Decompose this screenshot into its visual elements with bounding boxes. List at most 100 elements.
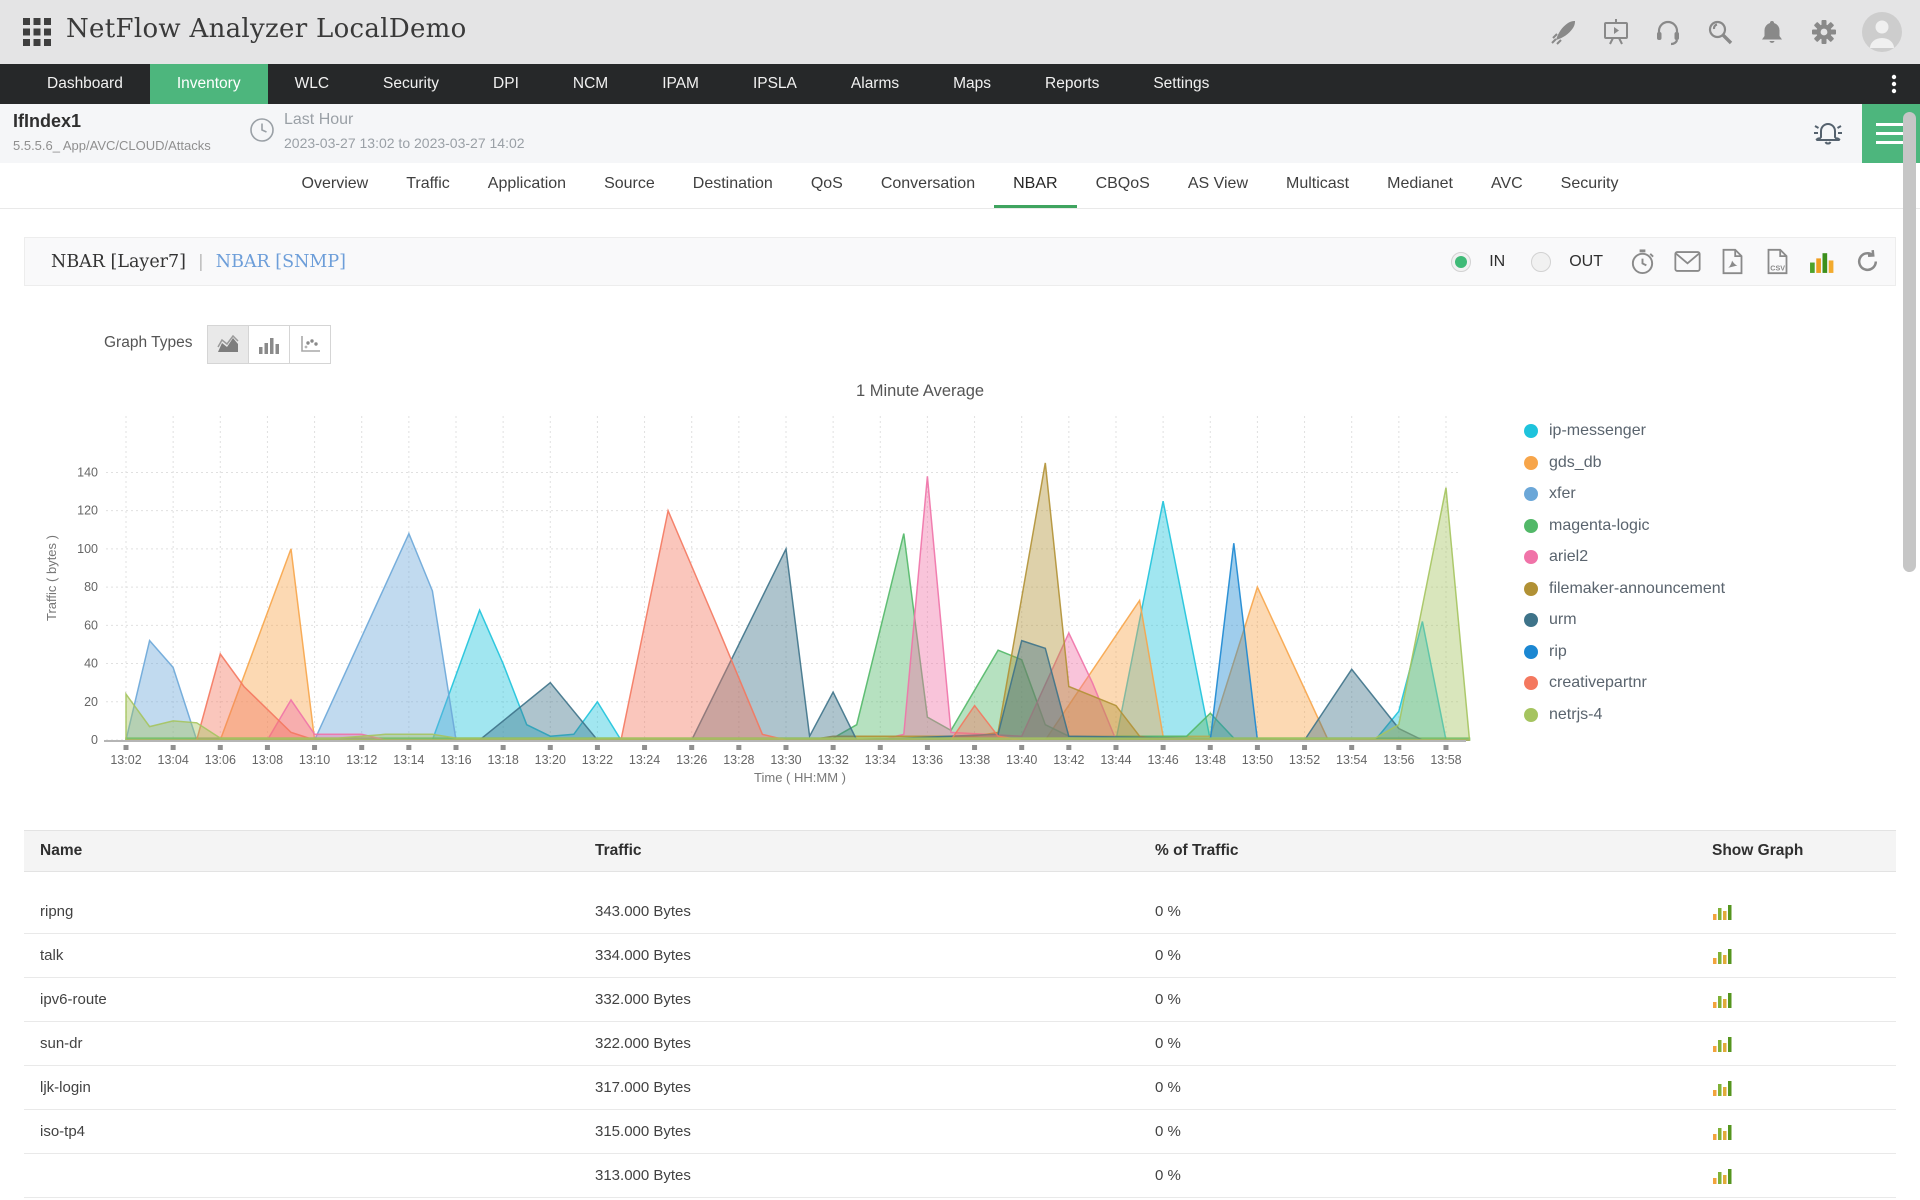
tab-multicast[interactable]: Multicast: [1267, 163, 1368, 208]
show-graph-button[interactable]: [1712, 991, 1896, 1009]
scrollbar-thumb[interactable]: [1903, 112, 1916, 572]
tab-security[interactable]: Security: [1542, 163, 1638, 208]
show-graph-button[interactable]: [1712, 1035, 1896, 1053]
svg-text:13:22: 13:22: [582, 753, 613, 767]
row-name: sun-dr: [40, 1035, 595, 1052]
legend-item-rip[interactable]: rip: [1524, 641, 1725, 663]
tab-as-view[interactable]: AS View: [1169, 163, 1267, 208]
show-graph-button[interactable]: [1712, 1167, 1896, 1185]
legend-item-creativepartnr[interactable]: creativepartnr: [1524, 672, 1725, 694]
legend-item-ariel2[interactable]: ariel2: [1524, 546, 1725, 568]
csv-icon[interactable]: CSV: [1764, 248, 1791, 275]
row-name: talk: [40, 947, 595, 964]
gear-icon[interactable]: [1810, 18, 1838, 46]
apps-grid-icon[interactable]: [22, 17, 52, 47]
alert-bell-icon[interactable]: [1810, 116, 1846, 152]
svg-text:13:28: 13:28: [723, 753, 754, 767]
nav-item-wlc[interactable]: WLC: [268, 64, 356, 104]
row-name: ljk-login: [40, 1079, 595, 1096]
legend-item-netrjs-4[interactable]: netrjs-4: [1524, 704, 1725, 726]
row-traffic: 315.000 Bytes: [595, 1123, 1155, 1140]
row-traffic: 317.000 Bytes: [595, 1079, 1155, 1096]
legend-item-gds_db[interactable]: gds_db: [1524, 452, 1725, 474]
in-radio[interactable]: [1451, 252, 1471, 272]
table-row: ipv6-route332.000 Bytes0 %: [24, 978, 1896, 1022]
nav-item-reports[interactable]: Reports: [1018, 64, 1126, 104]
graph-type-area-button[interactable]: [207, 325, 249, 364]
period-label[interactable]: Last Hour: [284, 111, 353, 129]
nav-item-maps[interactable]: Maps: [926, 64, 1018, 104]
show-graph-button[interactable]: [1712, 947, 1896, 965]
graph-type-bar-button[interactable]: [248, 325, 290, 364]
headset-icon[interactable]: [1654, 18, 1682, 46]
tab-nbar[interactable]: NBAR: [994, 163, 1076, 208]
legend-item-magenta-logic[interactable]: magenta-logic: [1524, 515, 1725, 537]
nav-item-dashboard[interactable]: Dashboard: [20, 64, 150, 104]
table-row: 313.000 Bytes0 %: [24, 1154, 1896, 1198]
legend-label: gds_db: [1549, 454, 1602, 472]
nav-item-inventory[interactable]: Inventory: [150, 64, 268, 104]
legend-dot: [1524, 613, 1538, 627]
nav-item-ipsla[interactable]: IPSLA: [726, 64, 824, 104]
svg-text:13:40: 13:40: [1006, 753, 1037, 767]
graph-type-scatter-button[interactable]: [289, 325, 331, 364]
presentation-icon[interactable]: [1602, 18, 1630, 46]
more-menu-icon[interactable]: [1882, 72, 1906, 96]
pdf-icon[interactable]: [1719, 248, 1746, 275]
tab-avc[interactable]: AVC: [1472, 163, 1542, 208]
legend-item-urm[interactable]: urm: [1524, 609, 1725, 631]
nav-item-alarms[interactable]: Alarms: [824, 64, 926, 104]
legend-label: rip: [1549, 643, 1567, 661]
tab-qos[interactable]: QoS: [792, 163, 862, 208]
nav-items: DashboardInventoryWLCSecurityDPINCMIPAMI…: [20, 64, 1920, 104]
tab-application[interactable]: Application: [469, 163, 585, 208]
tab-source[interactable]: Source: [585, 163, 674, 208]
show-graph-button[interactable]: [1712, 1123, 1896, 1141]
svg-text:13:52: 13:52: [1289, 753, 1320, 767]
svg-text:13:58: 13:58: [1430, 753, 1461, 767]
schedule-icon[interactable]: [1629, 248, 1656, 275]
show-graph-button[interactable]: [1712, 903, 1896, 921]
top-bar: NetFlow Analyzer LocalDemo: [0, 0, 1920, 64]
row-percent: 0 %: [1155, 947, 1712, 964]
tab-cbqos[interactable]: CBQoS: [1077, 163, 1169, 208]
table-body: ripng343.000 Bytes0 %talk334.000 Bytes0 …: [24, 890, 1896, 1198]
svg-text:13:36: 13:36: [912, 753, 943, 767]
svg-text:13:30: 13:30: [770, 753, 801, 767]
legend-item-ip-messenger[interactable]: ip-messenger: [1524, 420, 1725, 442]
nav-item-security[interactable]: Security: [356, 64, 466, 104]
svg-text:13:26: 13:26: [676, 753, 707, 767]
svg-text:13:50: 13:50: [1242, 753, 1273, 767]
rocket-icon[interactable]: [1550, 18, 1578, 46]
legend-item-filemaker-announcement[interactable]: filemaker-announcement: [1524, 578, 1725, 600]
nav-item-ipam[interactable]: IPAM: [635, 64, 726, 104]
tab-overview[interactable]: Overview: [283, 163, 388, 208]
tab-medianet[interactable]: Medianet: [1368, 163, 1472, 208]
svg-text:13:44: 13:44: [1100, 753, 1131, 767]
main-nav: DashboardInventoryWLCSecurityDPINCMIPAMI…: [0, 64, 1920, 104]
nav-item-ncm[interactable]: NCM: [546, 64, 635, 104]
legend-item-xfer[interactable]: xfer: [1524, 483, 1725, 505]
tab-traffic[interactable]: Traffic: [387, 163, 469, 208]
tab-conversation[interactable]: Conversation: [862, 163, 994, 208]
in-label: IN: [1489, 253, 1505, 271]
panel-actions: IN OUT CSV: [1451, 238, 1881, 285]
show-graph-button[interactable]: [1712, 1079, 1896, 1097]
search-icon[interactable]: [1706, 18, 1734, 46]
refresh-icon[interactable]: [1854, 248, 1881, 275]
tab-destination[interactable]: Destination: [674, 163, 792, 208]
legend-dot: [1524, 645, 1538, 659]
svg-text:13:38: 13:38: [959, 753, 990, 767]
mini-bar-chart-icon: [1712, 1079, 1732, 1097]
nav-item-dpi[interactable]: DPI: [466, 64, 546, 104]
separator: |: [198, 252, 204, 272]
avatar[interactable]: [1862, 12, 1902, 52]
chart-icon[interactable]: [1809, 248, 1836, 275]
legend-label: urm: [1549, 611, 1577, 629]
bell-icon[interactable]: [1758, 18, 1786, 46]
svg-text:Traffic ( bytes ): Traffic ( bytes ): [44, 535, 59, 621]
out-radio[interactable]: [1531, 252, 1551, 272]
nav-item-settings[interactable]: Settings: [1126, 64, 1236, 104]
nbar-snmp-link[interactable]: NBAR [SNMP]: [216, 252, 346, 272]
email-icon[interactable]: [1674, 248, 1701, 275]
